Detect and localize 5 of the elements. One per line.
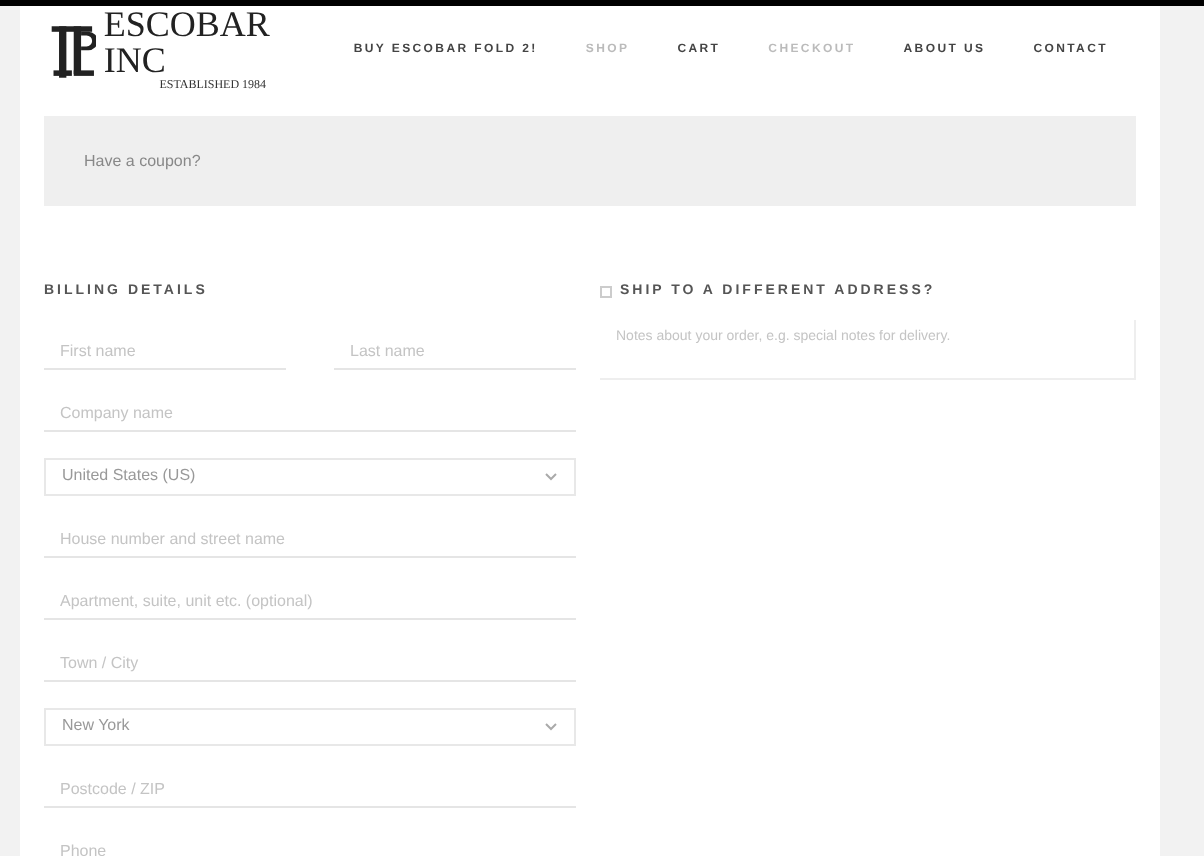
chevron-down-icon <box>544 471 558 481</box>
chevron-down-icon <box>544 721 558 731</box>
checkbox[interactable] <box>600 286 612 299</box>
logo-title: ESCOBAR INC <box>103 6 272 78</box>
coupon-text: Have a coupon? <box>84 149 201 173</box>
